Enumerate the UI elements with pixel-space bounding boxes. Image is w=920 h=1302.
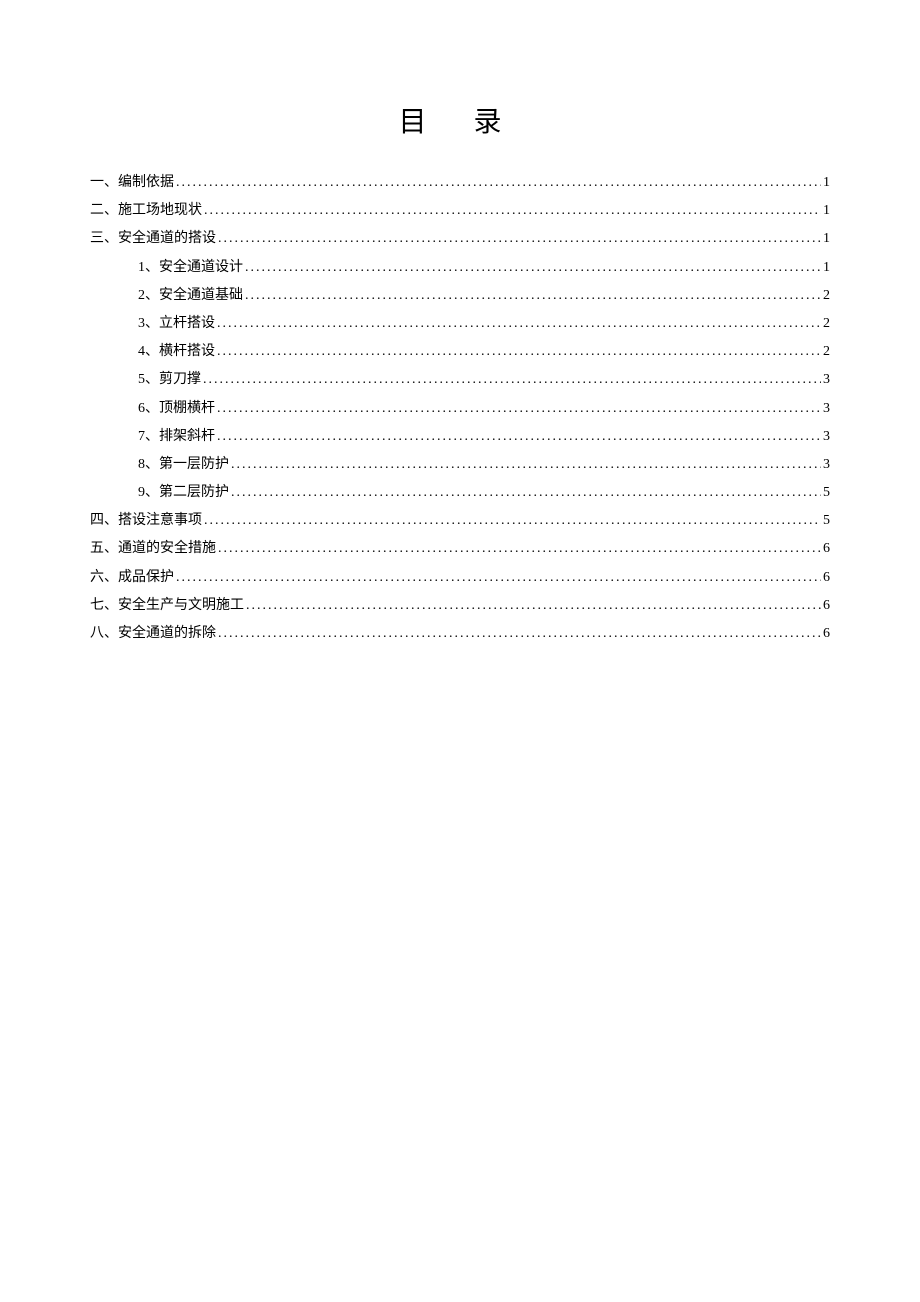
- toc-dots: [231, 480, 821, 505]
- toc-label: 七、安全生产与文明施工: [90, 593, 244, 618]
- toc-dots: [218, 621, 821, 646]
- toc-label: 5、剪刀撑: [138, 367, 201, 392]
- toc-page: 6: [823, 621, 830, 646]
- toc-label: 六、成品保护: [90, 565, 174, 590]
- toc-page: 1: [823, 226, 830, 251]
- toc-page: 6: [823, 565, 830, 590]
- toc-page: 6: [823, 593, 830, 618]
- toc-entry: 二、施工场地现状 1: [90, 198, 830, 223]
- toc-dots: [218, 536, 821, 561]
- toc-page: 1: [823, 198, 830, 223]
- toc-page: 3: [823, 367, 830, 392]
- toc-label: 二、施工场地现状: [90, 198, 202, 223]
- toc-page: 2: [823, 283, 830, 308]
- toc-page: 2: [823, 311, 830, 336]
- toc-dots: [246, 593, 821, 618]
- toc-dots: [217, 339, 821, 364]
- toc-dots: [231, 452, 821, 477]
- toc-entry: 5、剪刀撑 3: [90, 367, 830, 392]
- toc-label: 一、编制依据: [90, 170, 174, 195]
- toc-label: 9、第二层防护: [138, 480, 229, 505]
- toc-dots: [217, 424, 821, 449]
- page-title: 目 录: [90, 100, 830, 140]
- toc-page: 3: [823, 396, 830, 421]
- toc-label: 1、安全通道设计: [138, 255, 243, 280]
- toc-entry: 五、通道的安全措施 6: [90, 536, 830, 561]
- toc-dots: [204, 198, 821, 223]
- toc-page: 2: [823, 339, 830, 364]
- toc-entry: 3、立杆搭设 2: [90, 311, 830, 336]
- toc-dots: [245, 255, 821, 280]
- toc-entry: 三、安全通道的搭设 1: [90, 226, 830, 251]
- toc-page: 5: [823, 480, 830, 505]
- toc-entry: 7、排架斜杆 3: [90, 424, 830, 449]
- toc-entry: 2、安全通道基础 2: [90, 283, 830, 308]
- toc-label: 3、立杆搭设: [138, 311, 215, 336]
- toc-dots: [217, 311, 821, 336]
- toc-label: 八、安全通道的拆除: [90, 621, 216, 646]
- toc-label: 7、排架斜杆: [138, 424, 215, 449]
- toc-entry: 七、安全生产与文明施工 6: [90, 593, 830, 618]
- toc-dots: [176, 565, 821, 590]
- toc-dots: [218, 226, 821, 251]
- toc-dots: [176, 170, 821, 195]
- toc-page: 1: [823, 255, 830, 280]
- table-of-contents: 一、编制依据 1 二、施工场地现状 1 三、安全通道的搭设 1 1、安全通道设计…: [90, 170, 830, 646]
- toc-label: 三、安全通道的搭设: [90, 226, 216, 251]
- toc-dots: [203, 367, 821, 392]
- toc-entry: 六、成品保护 6: [90, 565, 830, 590]
- toc-entry: 8、第一层防护 3: [90, 452, 830, 477]
- toc-entry: 4、横杆搭设 2: [90, 339, 830, 364]
- toc-entry: 6、顶棚横杆 3: [90, 396, 830, 421]
- toc-entry: 八、安全通道的拆除 6: [90, 621, 830, 646]
- toc-dots: [204, 508, 821, 533]
- toc-entry: 1、安全通道设计 1: [90, 255, 830, 280]
- toc-label: 8、第一层防护: [138, 452, 229, 477]
- toc-dots: [217, 396, 821, 421]
- toc-page: 3: [823, 424, 830, 449]
- toc-page: 1: [823, 170, 830, 195]
- toc-label: 四、搭设注意事项: [90, 508, 202, 533]
- toc-label: 2、安全通道基础: [138, 283, 243, 308]
- toc-entry: 一、编制依据 1: [90, 170, 830, 195]
- toc-page: 6: [823, 536, 830, 561]
- toc-label: 五、通道的安全措施: [90, 536, 216, 561]
- toc-page: 3: [823, 452, 830, 477]
- toc-label: 6、顶棚横杆: [138, 396, 215, 421]
- toc-page: 5: [823, 508, 830, 533]
- toc-entry: 四、搭设注意事项 5: [90, 508, 830, 533]
- toc-entry: 9、第二层防护 5: [90, 480, 830, 505]
- toc-dots: [245, 283, 821, 308]
- toc-label: 4、横杆搭设: [138, 339, 215, 364]
